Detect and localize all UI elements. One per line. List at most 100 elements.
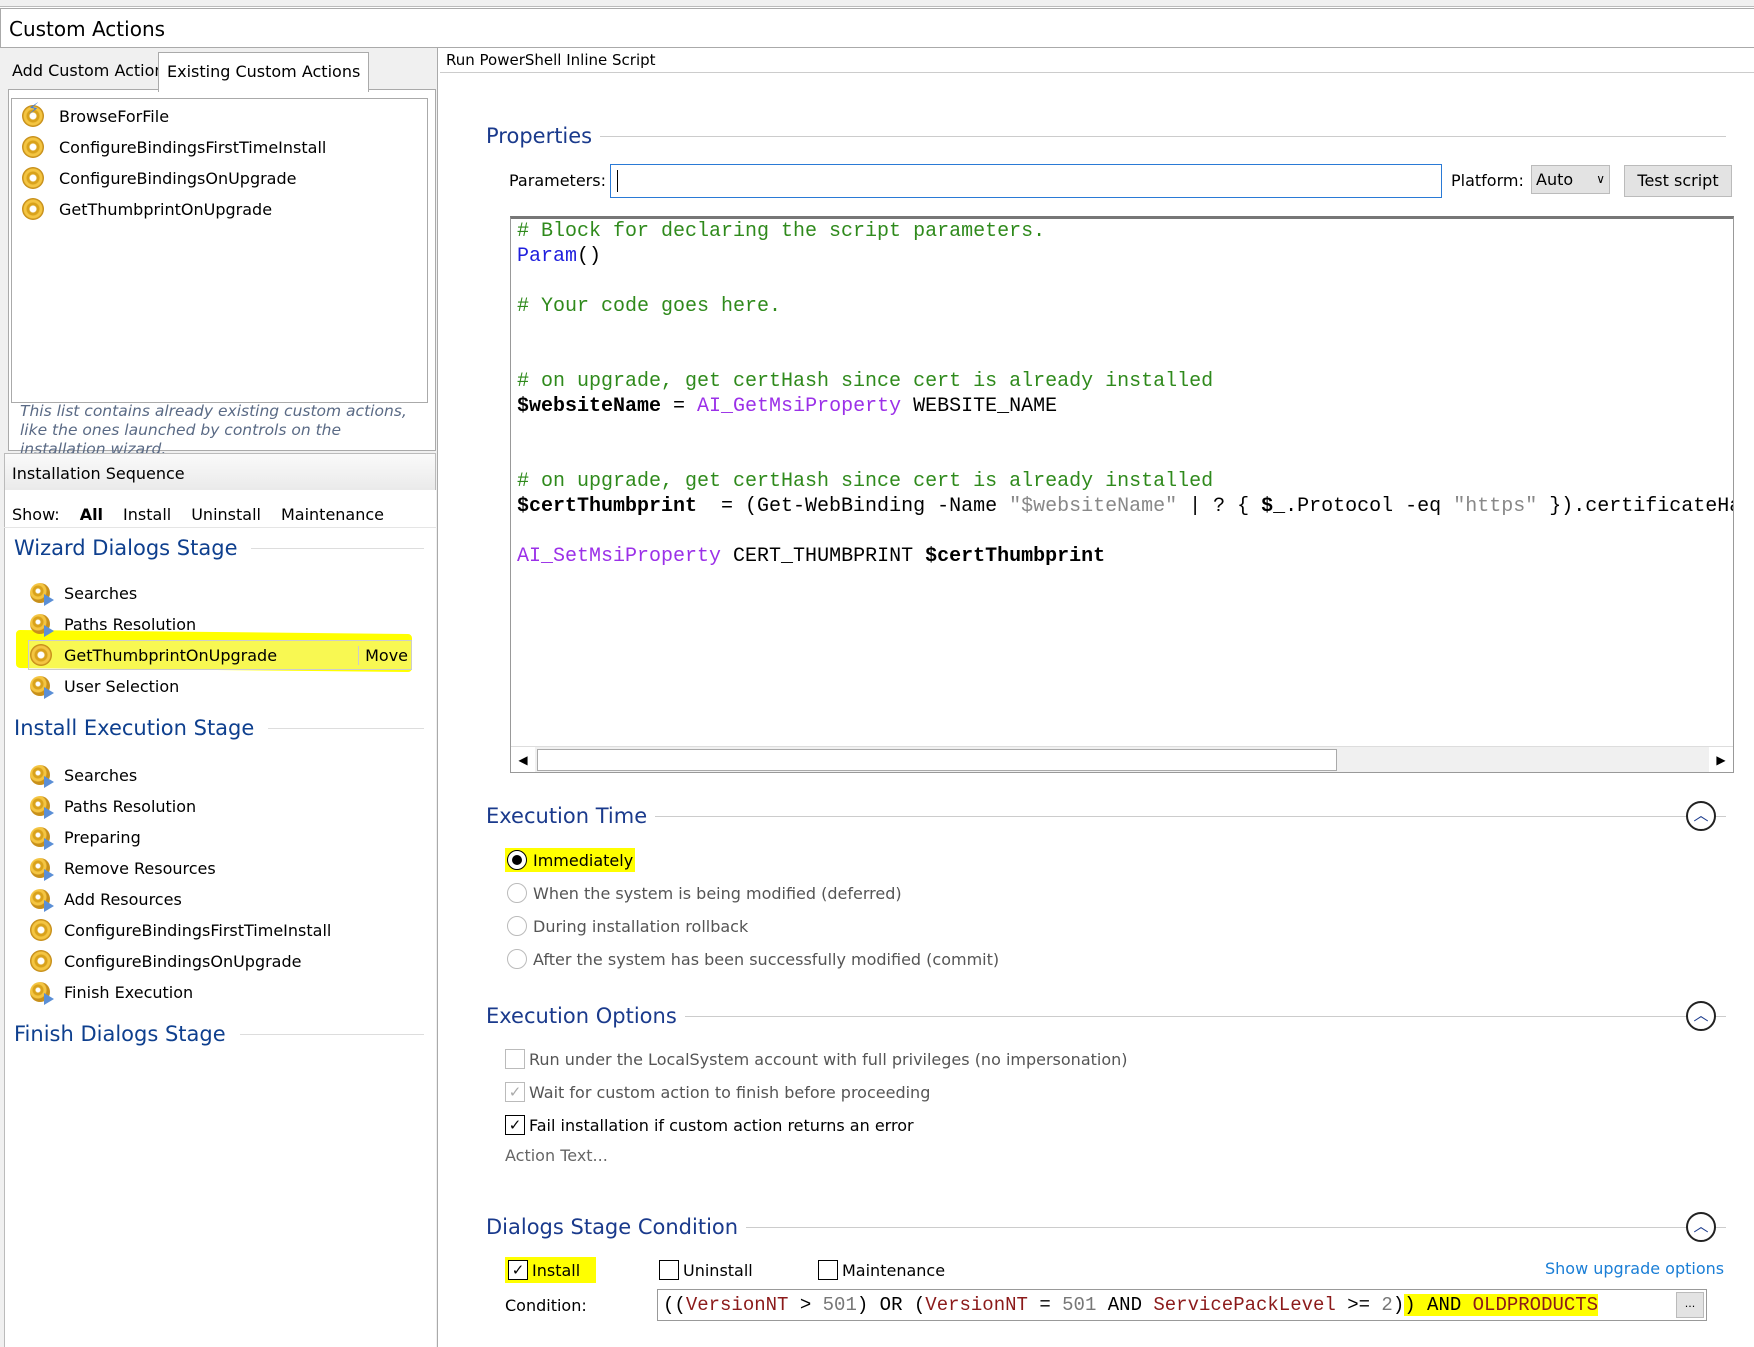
condition-token: > bbox=[788, 1294, 823, 1316]
collapse-icon[interactable]: ︿ bbox=[1686, 1001, 1716, 1031]
checkbox[interactable]: ✓ bbox=[508, 1260, 528, 1280]
collapse-icon[interactable]: ︿ bbox=[1686, 1212, 1716, 1242]
condition-token: 501 bbox=[822, 1294, 857, 1316]
radio-wrap: When the system is being modified (defer… bbox=[505, 881, 904, 905]
stage-title-text: Install Execution Stage bbox=[14, 716, 255, 740]
condition-token: ) AND bbox=[1404, 1294, 1473, 1316]
sequence-step-icon bbox=[30, 889, 54, 912]
list-item-label: BrowseForFile bbox=[59, 106, 170, 126]
sequence-item[interactable]: Preparing bbox=[30, 823, 412, 851]
checkbox[interactable] bbox=[505, 1049, 525, 1069]
condition-token: 501 bbox=[1062, 1294, 1097, 1316]
scroll-left-icon[interactable]: ◀ bbox=[511, 747, 535, 772]
condition-token: 2 bbox=[1381, 1294, 1393, 1316]
radio-label: Immediately bbox=[533, 850, 634, 870]
condition-token: OLDPRODUCTS bbox=[1472, 1294, 1599, 1316]
execution-time-option[interactable]: Immediately bbox=[505, 847, 636, 873]
sequence-step-icon bbox=[30, 827, 54, 850]
condition-browse-button[interactable]: ... bbox=[1676, 1292, 1704, 1318]
list-item[interactable]: ConfigureBindingsOnUpgrade bbox=[22, 164, 296, 192]
checkbox-label: Wait for custom action to finish before … bbox=[529, 1082, 931, 1102]
tab-existing-custom-actions[interactable]: Existing Custom Actions bbox=[158, 52, 370, 92]
radio-button[interactable] bbox=[507, 949, 527, 969]
sequence-item-label: ConfigureBindingsOnUpgrade bbox=[64, 951, 302, 971]
scrollbar-thumb[interactable] bbox=[537, 749, 1337, 771]
list-item-label: ConfigureBindingsFirstTimeInstall bbox=[59, 137, 327, 157]
show-all[interactable]: All bbox=[80, 505, 103, 524]
custom-actions-list[interactable]: BrowseForFile ConfigureBindingsFirstTimeI… bbox=[11, 98, 428, 403]
sequence-item[interactable]: Remove Resources bbox=[30, 854, 412, 882]
sequence-item[interactable]: User Selection bbox=[30, 672, 412, 700]
code-line: # on upgrade, get certHash since cert is… bbox=[517, 369, 1733, 394]
code-token: $certThumbprint bbox=[517, 495, 698, 518]
radio-button[interactable] bbox=[507, 916, 527, 936]
radio-button[interactable] bbox=[507, 850, 527, 870]
show-uninstall[interactable]: Uninstall bbox=[191, 505, 261, 524]
list-item[interactable]: GetThumbprintOnUpgrade bbox=[22, 195, 272, 223]
code-token: # on upgrade, get certHash since cert is… bbox=[517, 370, 1214, 393]
gear-icon bbox=[22, 167, 44, 189]
divider bbox=[239, 1033, 424, 1035]
check-wrap: Uninstall bbox=[656, 1257, 769, 1283]
sequence-item-label: Preparing bbox=[64, 827, 141, 847]
checkbox[interactable]: ✓ bbox=[505, 1082, 525, 1102]
list-item[interactable]: BrowseForFile bbox=[22, 99, 170, 130]
checkbox[interactable]: ✓ bbox=[505, 1115, 525, 1135]
show-maintenance[interactable]: Maintenance bbox=[281, 505, 384, 524]
code-line: # Your code goes here. bbox=[517, 294, 1733, 319]
action-text-link[interactable]: Action Text... bbox=[505, 1146, 608, 1165]
stage-condition-install[interactable]: ✓ Install bbox=[505, 1257, 597, 1283]
script-editor[interactable]: # Block for declaring the script paramet… bbox=[510, 216, 1734, 773]
sequence-item[interactable]: Paths Resolution bbox=[30, 792, 412, 820]
sequence-item[interactable]: ConfigureBindingsOnUpgrade bbox=[30, 947, 412, 975]
sequence-item[interactable]: Searches bbox=[30, 579, 412, 607]
collapse-icon[interactable]: ︿ bbox=[1686, 801, 1716, 831]
custom-actions-note: This list contains already existing cust… bbox=[20, 402, 407, 458]
checkbox-label: Install bbox=[532, 1260, 581, 1280]
condition-input[interactable]: ((VersionNT > 501) OR (VersionNT = 501 A… bbox=[657, 1289, 1707, 1321]
radio-label: When the system is being modified (defer… bbox=[533, 883, 902, 903]
sequence-item[interactable]: ConfigureBindingsFirstTimeInstall bbox=[30, 916, 412, 944]
checkbox[interactable] bbox=[818, 1260, 838, 1280]
code-token: | ? { bbox=[1177, 495, 1262, 518]
execution-time-option[interactable]: When the system is being modified (defer… bbox=[505, 880, 904, 906]
test-script-button[interactable]: Test script bbox=[1624, 165, 1732, 197]
sequence-item-label: GetThumbprintOnUpgrade bbox=[64, 645, 278, 665]
parameters-input[interactable] bbox=[610, 164, 1442, 198]
top-strip bbox=[0, 0, 1754, 7]
execution-time-option[interactable]: During installation rollback bbox=[505, 913, 750, 939]
radio-label: After the system has been successfully m… bbox=[533, 949, 1000, 969]
execution-option[interactable]: Run under the LocalSystem account with f… bbox=[505, 1046, 1128, 1072]
show-install[interactable]: Install bbox=[123, 505, 171, 524]
gear-icon bbox=[30, 919, 52, 941]
platform-select[interactable]: Auto ∨ bbox=[1531, 165, 1610, 194]
checkbox[interactable] bbox=[659, 1260, 679, 1280]
execution-time-option[interactable]: After the system has been successfully m… bbox=[505, 946, 1001, 972]
sequence-item-label: Paths Resolution bbox=[64, 614, 197, 634]
list-item[interactable]: ConfigureBindingsFirstTimeInstall bbox=[22, 133, 326, 161]
horizontal-scrollbar[interactable]: ◀ ▶ bbox=[511, 746, 1733, 772]
sequence-item[interactable]: Finish Execution bbox=[30, 978, 412, 1006]
execution-option[interactable]: ✓ Fail installation if custom action retu… bbox=[505, 1112, 914, 1138]
code-token: AI_SetMsiProperty bbox=[517, 545, 722, 568]
stage-condition-maintenance[interactable]: Maintenance bbox=[815, 1257, 961, 1283]
tab-add-custom-action[interactable]: Add Custom Action bbox=[4, 52, 173, 90]
execution-option[interactable]: ✓ Wait for custom action to finish before… bbox=[505, 1079, 930, 1105]
code-line: $certThumbprint = (Get-WebBinding -Name … bbox=[517, 494, 1733, 519]
code-token: = bbox=[661, 395, 698, 418]
sequence-item[interactable]: Paths Resolution bbox=[30, 610, 412, 638]
sequence-item-selected[interactable]: GetThumbprintOnUpgrade Move bbox=[30, 641, 412, 669]
scroll-right-icon[interactable]: ▶ bbox=[1709, 747, 1733, 772]
checkbox-label: Fail installation if custom action retur… bbox=[529, 1115, 914, 1135]
code-token: "https" bbox=[1453, 495, 1538, 518]
code-token: "$websiteName" bbox=[1009, 495, 1178, 518]
stage-condition-uninstall[interactable]: Uninstall bbox=[656, 1257, 769, 1283]
move-button[interactable]: Move bbox=[358, 645, 408, 665]
radio-button[interactable] bbox=[507, 883, 527, 903]
sequence-item[interactable]: Searches bbox=[30, 761, 412, 789]
divider bbox=[4, 527, 436, 528]
show-upgrade-options-link[interactable]: Show upgrade options bbox=[1545, 1259, 1724, 1278]
condition-token: ServicePackLevel bbox=[1153, 1294, 1336, 1316]
sequence-item[interactable]: Add Resources bbox=[30, 885, 412, 913]
